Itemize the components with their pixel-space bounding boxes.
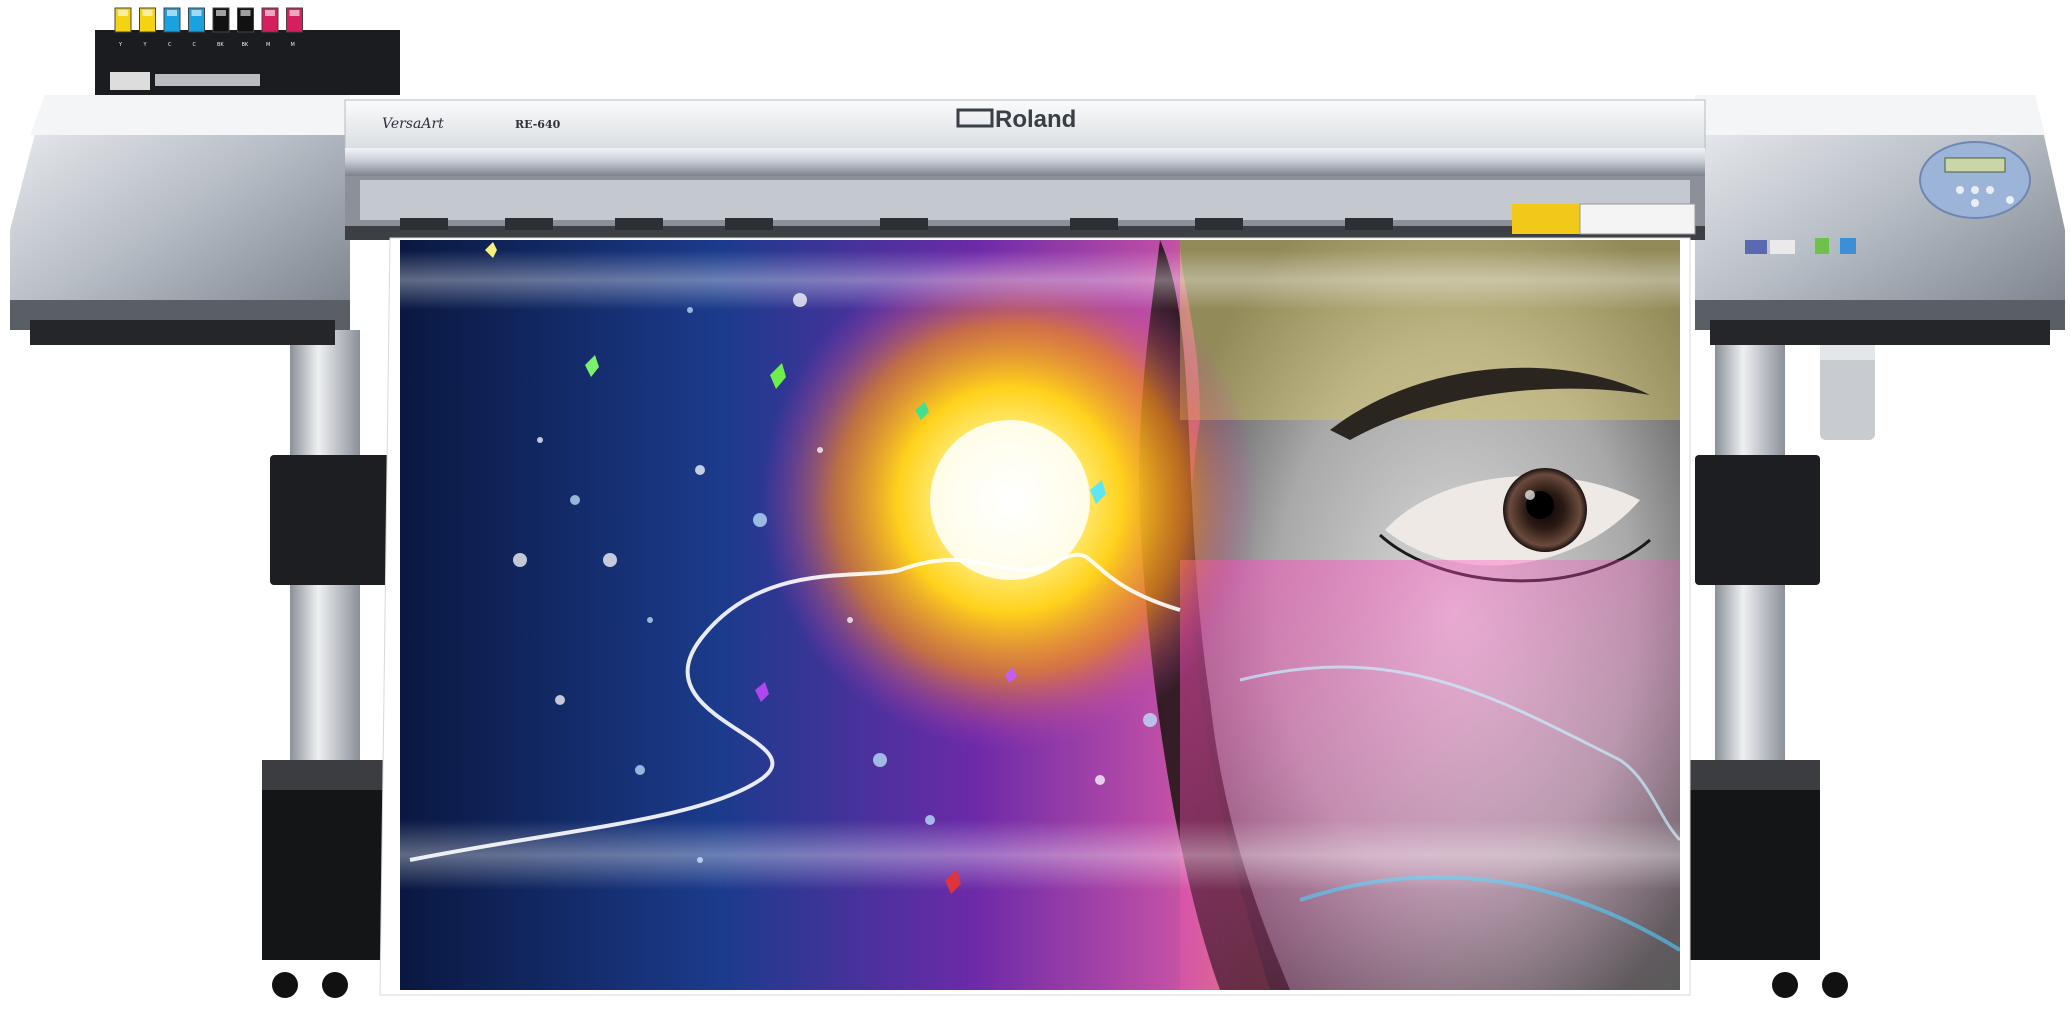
star <box>1095 775 1105 785</box>
star <box>555 695 565 705</box>
pinch-roller[interactable] <box>505 218 553 230</box>
star <box>873 753 887 767</box>
pinch-roller[interactable] <box>1345 218 1393 230</box>
star <box>695 465 705 475</box>
ink-cartridge-highlight <box>240 10 251 16</box>
ink-cartridge-label: M <box>291 42 295 48</box>
star <box>753 513 767 527</box>
ink-cartridge-label: C <box>193 42 197 48</box>
control-panel[interactable] <box>1919 141 2031 219</box>
warning-label <box>1512 204 1580 234</box>
printed-media <box>379 237 1691 996</box>
printer-scene: Y Y C C BK BK M M Roland VersaArt RE-640 <box>10 7 2065 998</box>
ink-cartridge-label: M <box>266 42 270 48</box>
ink-holder <box>95 30 400 95</box>
star <box>513 553 527 567</box>
ink-cartridge-highlight <box>191 10 202 16</box>
ink-cartridge-highlight <box>216 10 226 16</box>
model-script: VersaArt <box>382 116 444 132</box>
star <box>603 553 617 567</box>
pinch-roller[interactable] <box>1195 218 1243 230</box>
pinch-roller[interactable] <box>400 218 448 230</box>
stand-right <box>1690 330 1875 998</box>
star <box>817 447 823 453</box>
brand-text: Roland <box>995 106 1076 133</box>
ink-cartridge-highlight <box>289 10 300 16</box>
pinch-roller[interactable] <box>615 218 663 230</box>
star <box>647 617 653 623</box>
left-housing <box>10 95 350 345</box>
ink-cartridge-label: C <box>168 42 172 48</box>
pinch-roller[interactable] <box>725 218 773 230</box>
star <box>537 437 543 443</box>
pinch-roller[interactable] <box>880 218 928 230</box>
star <box>847 617 853 623</box>
star <box>570 495 580 505</box>
stand-left <box>262 330 395 998</box>
ink-cartridge-highlight <box>167 10 177 16</box>
star <box>1143 713 1157 727</box>
ink-cartridge-highlight <box>265 10 275 16</box>
right-housing <box>1695 95 2065 345</box>
ink-cartridge-highlight <box>142 10 153 16</box>
ink-cartridge-label: BK <box>242 42 249 48</box>
star <box>635 765 645 775</box>
ink-cartridge-label: BK <box>217 42 224 48</box>
pinch-roller[interactable] <box>1070 218 1118 230</box>
model-number: RE-640 <box>515 118 561 131</box>
ink-cartridge-highlight <box>118 10 128 16</box>
